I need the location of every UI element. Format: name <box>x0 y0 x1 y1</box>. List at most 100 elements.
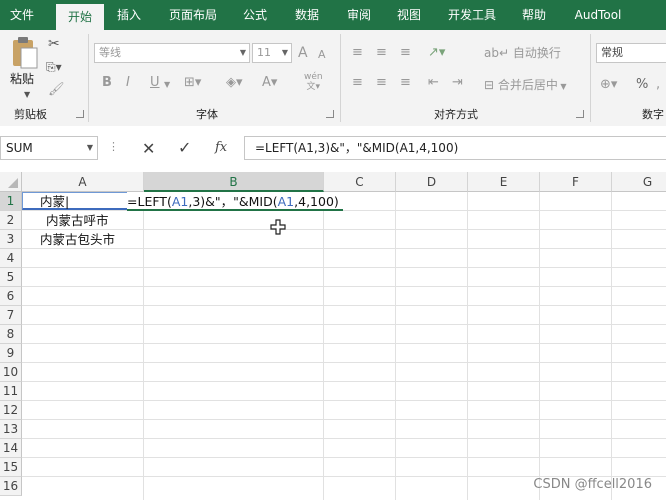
column-header-c[interactable]: C <box>324 172 396 192</box>
row-header-14[interactable]: 14 <box>0 439 22 458</box>
comma-style-icon[interactable]: , <box>656 76 660 94</box>
shrink-font-button[interactable]: A <box>318 46 326 64</box>
number-format-combo[interactable]: 常规 <box>596 43 666 63</box>
row-header-2[interactable]: 2 <box>0 211 22 230</box>
borders-icon[interactable]: ⊞▾ <box>184 74 201 92</box>
row-header-13[interactable]: 13 <box>0 420 22 439</box>
tab-audtool[interactable]: AudTool <box>566 0 630 30</box>
tab-file[interactable]: 文件 <box>0 0 44 30</box>
column-header-g[interactable]: G <box>612 172 666 192</box>
align-middle-icon[interactable]: ≡ <box>376 44 387 62</box>
align-center-icon[interactable]: ≡ <box>376 74 387 92</box>
font-name-combo[interactable]: 等线 ▼ <box>94 43 250 63</box>
active-cell-editor[interactable]: =LEFT(A1,3)&"，"&MID(A1,4,100) <box>127 192 343 211</box>
increase-indent-icon[interactable]: ⇥ <box>452 74 463 92</box>
gridline <box>22 438 666 439</box>
italic-button[interactable]: I <box>126 74 130 92</box>
underline-button[interactable]: U <box>150 74 160 92</box>
paste-label: 粘贴 <box>10 72 35 86</box>
row-header-11[interactable]: 11 <box>0 382 22 401</box>
align-right-icon[interactable]: ≡ <box>400 74 411 92</box>
cell-a2[interactable]: 内蒙古呼市 <box>46 211 109 230</box>
ribbon: 粘贴 ▼ ✂ ⎘▾ 🖌 剪贴板 等线 ▼ 11 ▼ A A B I U ▼ ⊞▾ ◈… <box>0 30 666 127</box>
row-header-9[interactable]: 9 <box>0 344 22 363</box>
paste-button[interactable] <box>8 36 40 72</box>
gridline <box>22 248 666 249</box>
grow-font-button[interactable]: A <box>298 44 308 62</box>
alignment-launcher-icon[interactable] <box>576 110 584 118</box>
select-all-corner[interactable] <box>0 172 22 192</box>
clipboard-group-label: 剪贴板 <box>14 108 47 121</box>
chevron-down-icon[interactable]: ▼ <box>164 76 170 94</box>
tab-home[interactable]: 开始 <box>56 4 104 30</box>
align-top-icon[interactable]: ≡ <box>352 44 363 62</box>
gridline <box>22 305 666 306</box>
cell-a1[interactable]: 内蒙| <box>40 192 69 211</box>
tab-developer[interactable]: 开发工具 <box>440 0 504 30</box>
row-header-7[interactable]: 7 <box>0 306 22 325</box>
column-header-d[interactable]: D <box>396 172 468 192</box>
row-header-16[interactable]: 16 <box>0 477 22 496</box>
row-header-8[interactable]: 8 <box>0 325 22 344</box>
fill-color-icon[interactable]: ◈▾ <box>226 74 243 92</box>
gridline <box>539 192 540 500</box>
tab-review[interactable]: 审阅 <box>336 0 382 30</box>
currency-icon[interactable]: ⊕▾ <box>600 76 617 94</box>
row-header-15[interactable]: 15 <box>0 458 22 477</box>
row-header-12[interactable]: 12 <box>0 401 22 420</box>
cancel-icon[interactable]: ✕ <box>142 139 155 158</box>
phonetic-button[interactable]: wén 文▾ <box>304 72 323 92</box>
wrap-text-button[interactable]: ab↵ 自动换行 <box>484 44 561 61</box>
column-header-f[interactable]: F <box>540 172 612 192</box>
enter-icon[interactable]: ✓ <box>178 138 191 157</box>
select-all-icon <box>8 178 18 188</box>
formula-input[interactable]: =LEFT(A1,3)&"，"&MID(A1,4,100) <box>244 136 666 160</box>
formula-ref-a1-second: A1 <box>277 194 295 209</box>
column-header-b[interactable]: B <box>144 172 324 192</box>
gridline <box>22 286 666 287</box>
row-header-1[interactable]: 1 <box>0 192 22 211</box>
insert-function-icon[interactable]: fx <box>215 140 227 155</box>
font-size-combo[interactable]: 11 ▼ <box>252 43 292 63</box>
chevron-down-icon: ▼ <box>239 48 246 57</box>
format-painter-icon[interactable]: 🖌 <box>48 82 65 97</box>
align-bottom-icon[interactable]: ≡ <box>400 44 411 62</box>
tab-formulas[interactable]: 公式 <box>232 0 278 30</box>
formula-prefix: =LEFT( <box>127 194 172 209</box>
font-color-icon[interactable]: A▾ <box>262 74 277 92</box>
gridline <box>22 267 666 268</box>
column-header-e[interactable]: E <box>468 172 540 192</box>
row-header-3[interactable]: 3 <box>0 230 22 249</box>
chevron-down-icon: ▼ <box>281 48 288 57</box>
name-box[interactable]: SUM ▼ <box>0 136 98 160</box>
gridline <box>22 457 666 458</box>
chevron-down-icon[interactable]: ▼ <box>24 90 30 99</box>
align-left-icon[interactable]: ≡ <box>352 74 363 92</box>
bold-button[interactable]: B <box>102 74 112 92</box>
percent-button[interactable]: % <box>636 76 648 94</box>
row-header-5[interactable]: 5 <box>0 268 22 287</box>
tab-data[interactable]: 数据 <box>284 0 330 30</box>
tab-help[interactable]: 帮助 <box>512 0 556 30</box>
copy-icon[interactable]: ⎘▾ <box>46 60 62 75</box>
chevron-down-icon: ▼ <box>86 143 93 152</box>
cut-icon[interactable]: ✂ <box>48 36 60 52</box>
alignment-group-label: 对齐方式 <box>434 108 478 121</box>
tab-page-layout[interactable]: 页面布局 <box>160 0 226 30</box>
row-header-6[interactable]: 6 <box>0 287 22 306</box>
font-launcher-icon[interactable] <box>326 110 334 118</box>
tab-insert[interactable]: 插入 <box>106 0 152 30</box>
gridline <box>22 400 666 401</box>
clipboard-launcher-icon[interactable] <box>76 110 84 118</box>
watermark: CSDN @ffcell2016 <box>533 477 652 492</box>
row-header-10[interactable]: 10 <box>0 363 22 382</box>
cell-a3[interactable]: 内蒙古包头市 <box>40 230 115 249</box>
ribbon-separator <box>590 34 591 122</box>
decrease-indent-icon[interactable]: ⇤ <box>428 74 439 92</box>
tab-view[interactable]: 视图 <box>386 0 432 30</box>
cell-cursor-icon <box>270 219 286 238</box>
row-header-4[interactable]: 4 <box>0 249 22 268</box>
merge-center-button[interactable]: ⊟ 合并后居中 ▼ <box>484 76 567 93</box>
column-header-a[interactable]: A <box>22 172 144 192</box>
orientation-icon[interactable]: ↗▾ <box>428 44 445 62</box>
